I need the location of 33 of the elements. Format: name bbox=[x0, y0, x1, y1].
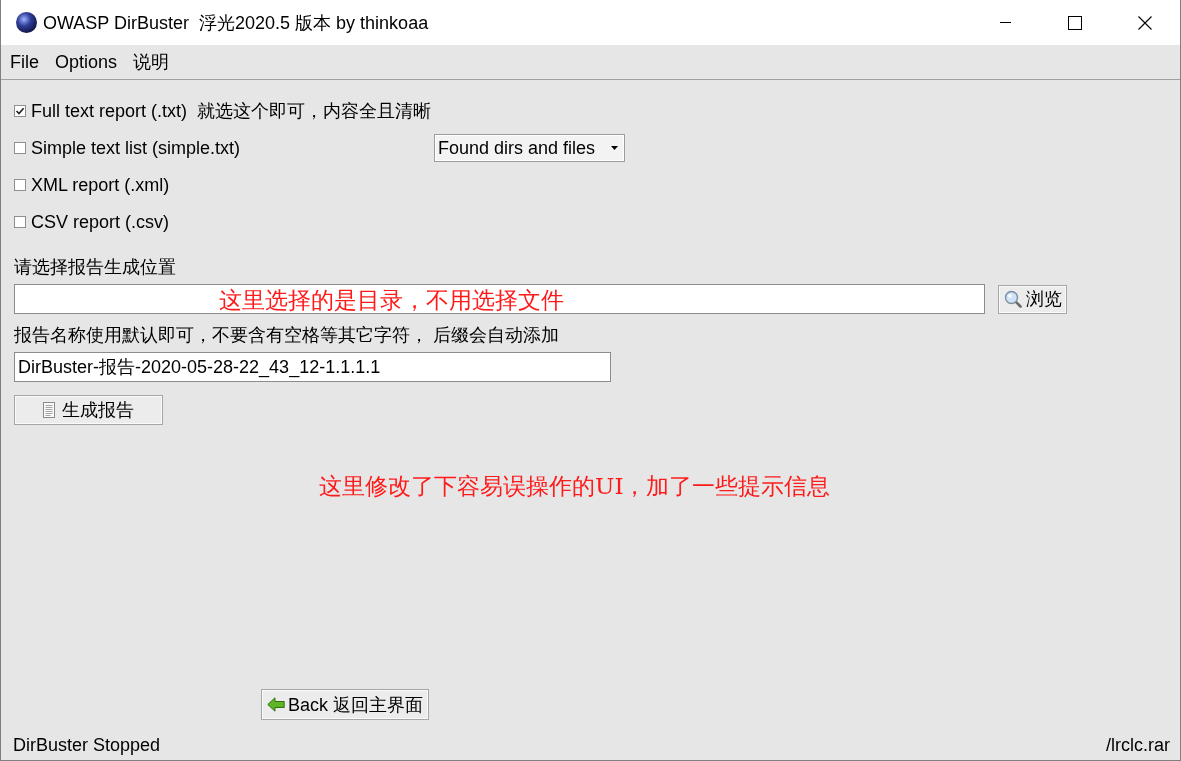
close-icon bbox=[1138, 15, 1152, 30]
minimize-icon bbox=[999, 22, 1011, 23]
caret-icon bbox=[611, 146, 618, 150]
back-button[interactable]: Back 返回主界面 bbox=[261, 689, 429, 720]
annotation-text: 这里修改了下容易误操作的UI，加了一些提示信息 bbox=[319, 473, 831, 499]
path-input[interactable] bbox=[14, 284, 985, 314]
checkbox[interactable] bbox=[14, 179, 26, 191]
arrow-left-icon bbox=[267, 697, 285, 712]
field-label: 请选择报告生成位置 bbox=[14, 256, 176, 279]
annotation-text: 这里选择的是目录，不用选择文件 bbox=[219, 287, 564, 313]
menu-item[interactable]: File bbox=[2, 49, 47, 75]
checkbox[interactable] bbox=[14, 142, 26, 154]
checkbox-label[interactable]: XML report (.xml) bbox=[31, 174, 170, 196]
checkbox-label[interactable]: Simple text list (simple.txt) bbox=[31, 137, 241, 159]
dropdown[interactable]: Found dirs and files bbox=[434, 134, 625, 162]
checkbox[interactable] bbox=[14, 216, 26, 228]
menu-item[interactable]: Options bbox=[47, 49, 126, 75]
field-label: 报告名称使用默认即可，不要含有空格等其它字符， 后缀会自动添加 bbox=[14, 324, 559, 347]
checkbox[interactable] bbox=[14, 105, 26, 117]
globe-icon bbox=[16, 12, 37, 33]
generate-button[interactable]: 生成报告 bbox=[14, 395, 163, 425]
search-icon bbox=[1003, 290, 1022, 308]
hint-text: 就选这个即可，内容全且清晰 bbox=[197, 100, 432, 123]
checkbox-label[interactable]: Full text report (.txt) bbox=[31, 100, 188, 122]
maximize-icon bbox=[1068, 15, 1082, 30]
name-input[interactable]: DirBuster-报告-2020-05-28-22_43_12-1.1.1.1 bbox=[14, 352, 611, 382]
menu-item[interactable]: 说明 bbox=[125, 49, 178, 75]
checkbox-label[interactable]: CSV report (.csv) bbox=[31, 211, 170, 233]
status-text: DirBuster Stopped bbox=[13, 734, 161, 756]
window-title: OWASP DirBuster 浮光2020.5 版本 by thinkoaa bbox=[43, 11, 430, 35]
status-path: /lrclc.rar bbox=[1106, 734, 1170, 756]
browse-button[interactable]: 浏览 bbox=[998, 284, 1067, 314]
document-icon bbox=[43, 402, 55, 418]
